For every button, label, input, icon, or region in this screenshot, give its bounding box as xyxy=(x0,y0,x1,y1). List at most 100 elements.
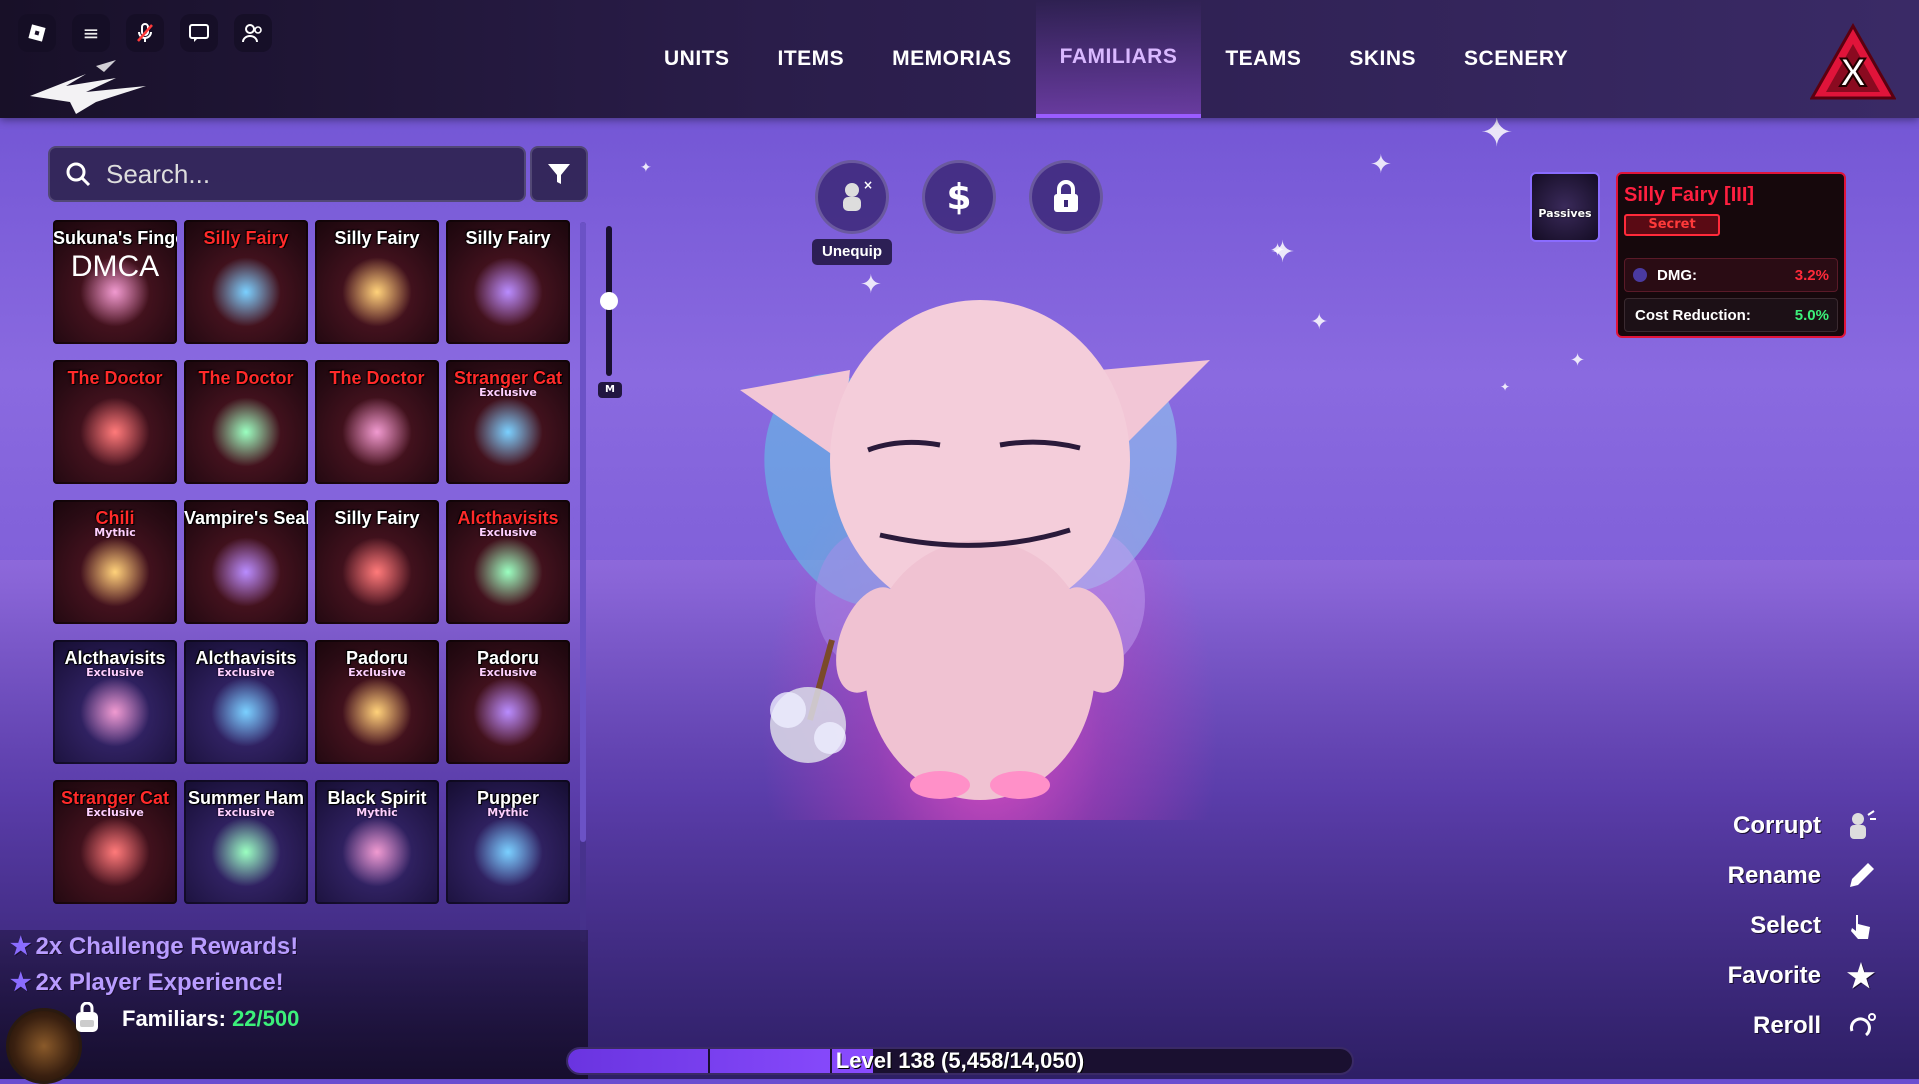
familiar-card[interactable]: Vampire's Seal xyxy=(184,500,308,624)
familiar-card[interactable]: Padoru Exclusive xyxy=(315,640,439,764)
familiar-portrait xyxy=(211,256,281,327)
tab-skins[interactable]: SKINS xyxy=(1325,0,1440,118)
level-progress-bar: Level 138 (5,458/14,050) xyxy=(566,1047,1354,1075)
passives-button[interactable]: Passives xyxy=(1530,172,1600,242)
familiar-card[interactable]: Stranger Cat Exclusive xyxy=(53,780,177,904)
familiar-card-rarity: Exclusive xyxy=(479,386,537,399)
favorite-button[interactable]: Favorite ★ xyxy=(1728,958,1879,994)
scrollbar-thumb[interactable] xyxy=(580,222,586,842)
search-input[interactable] xyxy=(104,157,508,191)
game-logo-icon xyxy=(26,56,166,116)
familiar-card-name: Alcthavisits xyxy=(64,648,166,668)
familiar-card-name: Summer Ham xyxy=(187,788,305,808)
familiar-card[interactable]: Summer Ham Exclusive xyxy=(184,780,308,904)
svg-text:×: × xyxy=(863,178,872,192)
familiar-portrait xyxy=(473,256,543,327)
familiar-card-name: Pupper xyxy=(476,788,539,808)
familiar-card[interactable]: Silly Fairy xyxy=(315,500,439,624)
stat-label: DMG: xyxy=(1657,266,1697,284)
familiar-card[interactable]: Silly Fairy xyxy=(184,220,308,344)
familiars-count-value: 22/500 xyxy=(232,1006,300,1031)
familiar-portrait xyxy=(342,536,412,607)
familiar-card[interactable]: Chili Mythic xyxy=(53,500,177,624)
familiar-card[interactable]: Alcthavisits Exclusive xyxy=(446,500,570,624)
boost-challenge-rewards: ★ 2x Challenge Rewards! xyxy=(10,932,298,961)
chat-icon[interactable] xyxy=(180,14,218,52)
backpack-icon xyxy=(76,1002,98,1032)
zoom-slider[interactable] xyxy=(600,226,618,376)
boost-text: 2x Challenge Rewards! xyxy=(35,933,299,960)
roblox-menu-icon[interactable] xyxy=(18,14,56,52)
familiar-portrait xyxy=(80,536,150,607)
microphone-muted-icon[interactable] xyxy=(126,14,164,52)
familiar-card-name: Sukuna's Finger xyxy=(53,228,177,248)
familiar-card-rarity: Exclusive xyxy=(348,666,406,679)
familiar-portrait xyxy=(211,816,281,887)
familiar-portrait xyxy=(342,396,412,467)
familiar-card-name: Padoru xyxy=(345,648,408,668)
familiars-count: Familiars: 22/500 xyxy=(122,1006,299,1032)
familiar-card[interactable]: Padoru Exclusive xyxy=(446,640,570,764)
filter-icon xyxy=(548,164,570,184)
corrupt-button[interactable]: Corrupt xyxy=(1733,808,1879,844)
stat-label: Cost Reduction: xyxy=(1635,306,1751,324)
sparkle-icon: ✦ xyxy=(1500,380,1511,394)
familiar-card[interactable]: Sukuna's FingerDMCA xyxy=(53,220,177,344)
familiar-card-rarity: Exclusive xyxy=(217,666,275,679)
stat-value: 3.2% xyxy=(1794,266,1829,284)
familiar-card[interactable]: The Doctor xyxy=(184,360,308,484)
tab-teams[interactable]: TEAMS xyxy=(1201,0,1325,118)
familiar-card-rarity: Mythic xyxy=(487,806,529,819)
lock-button[interactable] xyxy=(1029,160,1103,234)
familiar-card[interactable]: Black Spirit Mythic xyxy=(315,780,439,904)
familiar-portrait xyxy=(473,536,543,607)
level-text: Level 138 (5,458/14,050) xyxy=(835,1048,1085,1073)
reroll-button[interactable]: Reroll xyxy=(1753,1008,1879,1044)
dmg-icon xyxy=(1633,268,1647,282)
familiar-card[interactable]: Alcthavisits Exclusive xyxy=(184,640,308,764)
familiar-card[interactable]: The Doctor xyxy=(53,360,177,484)
familiar-card[interactable]: Silly Fairy xyxy=(446,220,570,344)
tab-units[interactable]: UNITS xyxy=(640,0,754,118)
tab-scenery[interactable]: SCENERY xyxy=(1440,0,1592,118)
hamburger-menu-icon[interactable]: ≡ xyxy=(72,14,110,52)
rename-button[interactable]: Rename xyxy=(1728,858,1879,894)
select-button[interactable]: Select xyxy=(1750,908,1879,944)
familiar-card-name: Silly Fairy xyxy=(334,508,420,528)
star-icon: ★ xyxy=(10,933,32,960)
familiar-card-name: Silly Fairy xyxy=(465,228,551,248)
boost-player-experience: ★ 2x Player Experience! xyxy=(10,968,284,997)
familiar-card-name: The Doctor xyxy=(67,368,163,388)
sparkle-icon: ✦ xyxy=(1370,150,1392,180)
familiar-card[interactable]: The Doctor xyxy=(315,360,439,484)
inventory-scrollbar[interactable] xyxy=(580,222,586,942)
zoom-label: M xyxy=(598,382,622,398)
close-x-icon[interactable]: X xyxy=(1809,22,1897,102)
familiar-portrait xyxy=(80,676,150,747)
familiar-card[interactable]: Pupper Mythic xyxy=(446,780,570,904)
familiar-grid: Sukuna's FingerDMCA Silly Fairy Silly Fair… xyxy=(53,220,583,904)
stat-row-dmg: DMG: 3.2% xyxy=(1624,258,1838,292)
silly-fairy-model xyxy=(740,300,1210,800)
sell-button[interactable]: $ xyxy=(922,160,996,234)
familiar-card[interactable]: Silly Fairy xyxy=(315,220,439,344)
familiar-card-name: Vampire's Seal xyxy=(184,508,308,528)
zoom-slider-knob[interactable] xyxy=(600,292,618,310)
tab-memorias[interactable]: MEMORIAS xyxy=(868,0,1036,118)
sparkle-icon: ✦ xyxy=(1270,235,1296,270)
unequip-button[interactable]: × xyxy=(815,160,889,234)
tab-items[interactable]: ITEMS xyxy=(754,0,869,118)
familiar-card[interactable]: Stranger Cat Exclusive xyxy=(446,360,570,484)
familiar-card-name: Stranger Cat xyxy=(453,368,563,388)
friends-icon[interactable] xyxy=(234,14,272,52)
tab-familiars[interactable]: FAMILIARS xyxy=(1035,0,1202,118)
familiar-card-subtitle: DMCA xyxy=(70,250,160,283)
familiar-card-name: Silly Fairy xyxy=(334,228,420,248)
filter-button[interactable] xyxy=(530,146,588,202)
top-bar: ≡ UNITS ITEMS MEMORIAS FAMILIARS TEAMS S… xyxy=(0,0,1919,118)
familiar-card[interactable]: Alcthavisits Exclusive xyxy=(53,640,177,764)
familiars-count-label: Familiars: xyxy=(122,1006,226,1031)
familiar-card-rarity: Exclusive xyxy=(217,806,275,819)
familiar-card-rarity: Exclusive xyxy=(86,806,144,819)
familiar-card-name: Padoru xyxy=(476,648,539,668)
